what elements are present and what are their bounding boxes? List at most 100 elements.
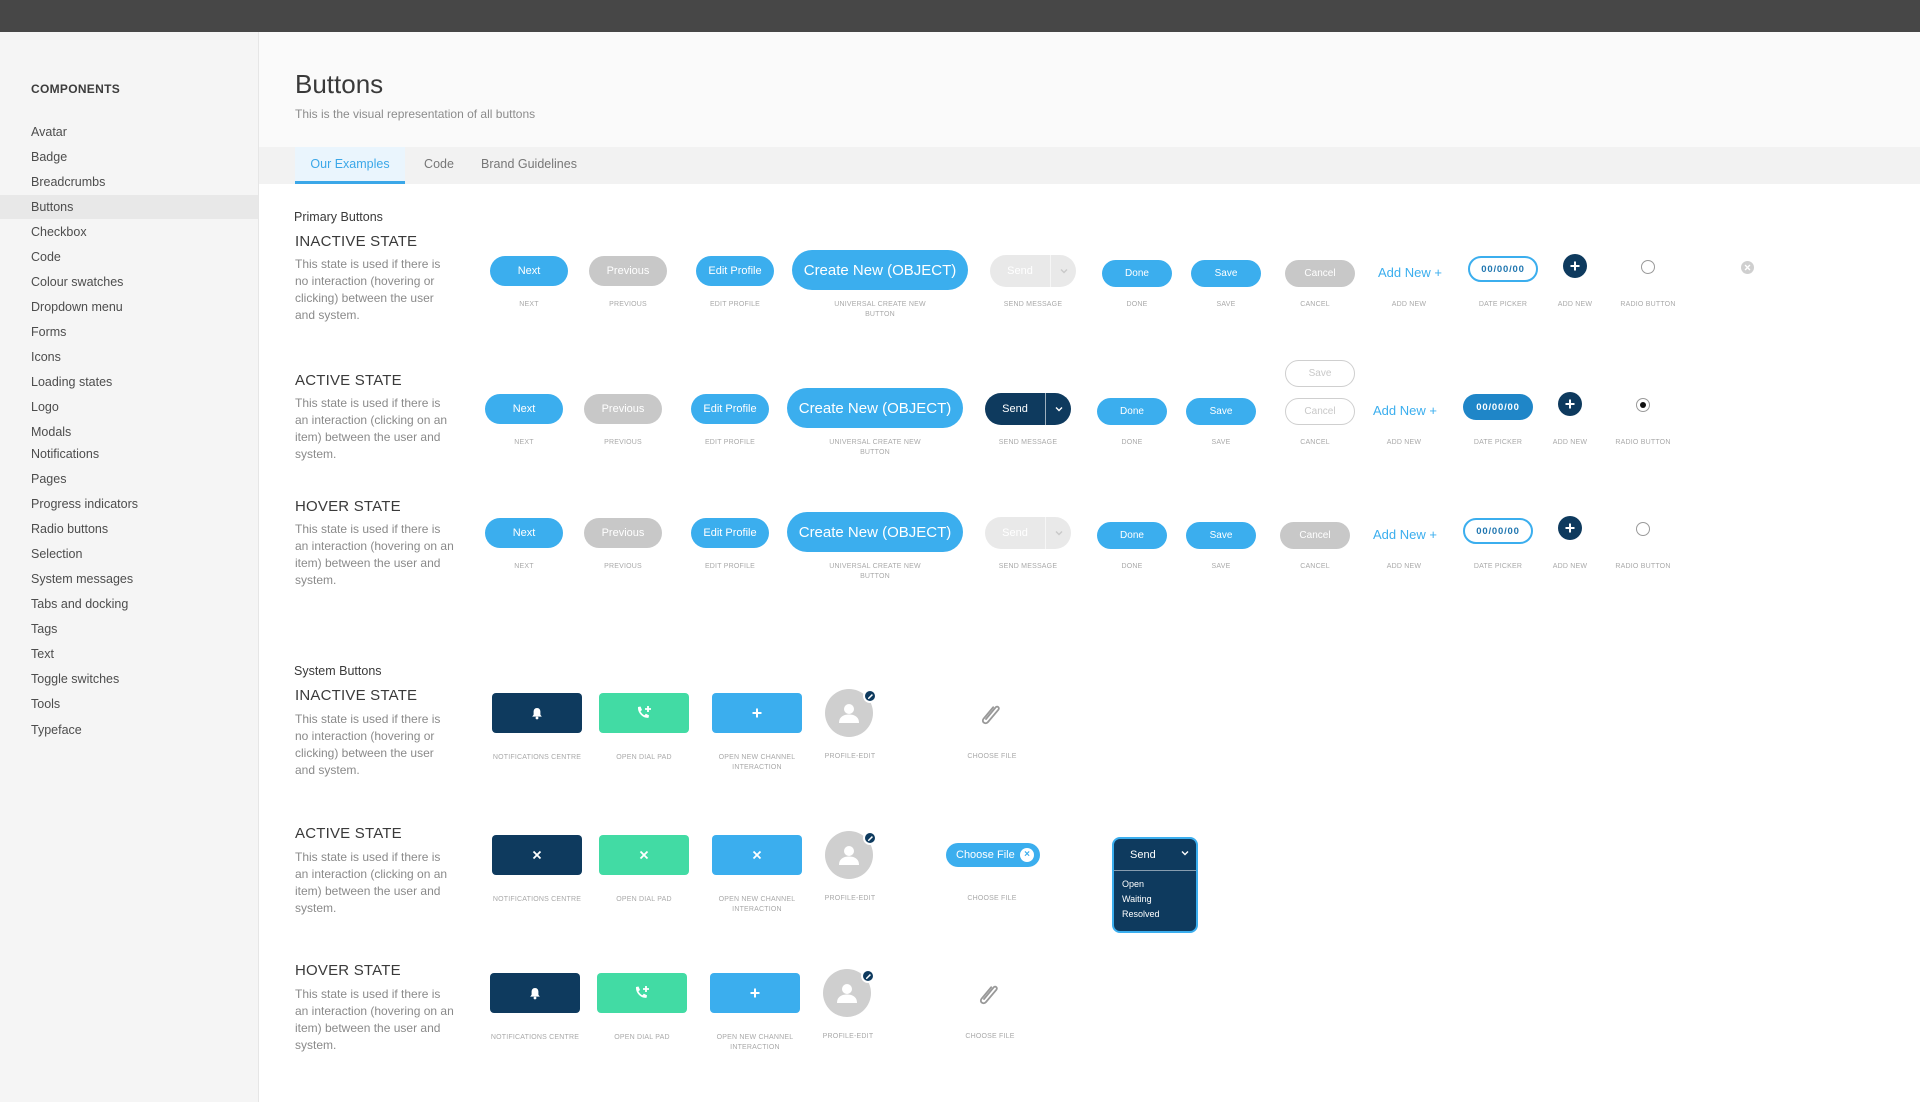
create-new-button[interactable]: Create New (OBJECT) (792, 250, 968, 290)
cancel-button[interactable]: Cancel (1285, 260, 1355, 287)
bell-icon (532, 707, 542, 719)
sidebar-item-system-messages[interactable]: System messages (0, 567, 258, 591)
close-icon[interactable] (1741, 261, 1754, 274)
previous-caption: PREVIOUS (609, 301, 647, 308)
profile-edit-avatar[interactable] (825, 831, 877, 881)
next-button[interactable]: Next (485, 518, 563, 548)
tab-our-examples[interactable]: Our Examples (295, 147, 405, 184)
sidebar-item-progress-indicators[interactable]: Progress indicators (0, 492, 258, 516)
send-dropdown-header[interactable]: Send (1114, 839, 1196, 871)
send-option-waiting[interactable]: Waiting (1122, 894, 1152, 904)
notifications-button[interactable] (492, 835, 582, 875)
paperclip-icon[interactable] (978, 699, 1004, 727)
save-button[interactable]: Save (1186, 398, 1256, 425)
send-dropdown-arrow[interactable] (1050, 255, 1076, 287)
sidebar-item-code[interactable]: Code (0, 245, 258, 269)
next-button[interactable]: Next (490, 256, 568, 286)
sidebar-item-typeface[interactable]: Typeface (0, 718, 258, 742)
paperclip-icon[interactable] (976, 979, 1002, 1007)
date-picker-button[interactable]: 00/00/00 (1468, 256, 1538, 282)
add-new-link[interactable]: Add New + (1371, 260, 1449, 284)
notifications-button[interactable] (490, 973, 580, 1013)
previous-button[interactable]: Previous (589, 256, 667, 286)
add-new-link[interactable]: Add New + (1366, 522, 1444, 546)
sidebar-item-icons[interactable]: Icons (0, 345, 258, 369)
sidebar-item-logo[interactable]: Logo (0, 395, 258, 419)
profile-edit-avatar[interactable] (823, 969, 875, 1019)
sidebar-item-notifications[interactable]: Notifications (0, 442, 258, 466)
next-button[interactable]: Next (485, 394, 563, 424)
previous-button[interactable]: Previous (584, 394, 662, 424)
sidebar-item-tags[interactable]: Tags (0, 617, 258, 641)
sidebar-item-toggle-switches[interactable]: Toggle switches (0, 667, 258, 691)
send-option-open[interactable]: Open (1122, 879, 1144, 889)
sidebar-item-colour-swatches[interactable]: Colour swatches (0, 270, 258, 294)
profile-edit-avatar[interactable] (825, 689, 877, 739)
edit-badge[interactable] (861, 969, 875, 983)
tab-brand-guidelines[interactable]: Brand Guidelines (469, 147, 589, 184)
sidebar-item-avatar[interactable]: Avatar (0, 120, 258, 144)
create-new-button[interactable]: Create New (OBJECT) (787, 512, 963, 552)
edit-profile-caption: EDIT PROFILE (709, 301, 761, 308)
close-icon[interactable]: × (1020, 848, 1034, 862)
edit-profile-button[interactable]: Edit Profile (696, 256, 774, 286)
add-new-circle-button[interactable] (1558, 392, 1582, 416)
done-button[interactable]: Done (1097, 398, 1167, 425)
edit-badge[interactable] (863, 831, 877, 845)
add-new-circle-button[interactable] (1563, 254, 1587, 278)
send-split-button[interactable]: Send (985, 393, 1071, 425)
previous-button[interactable]: Previous (584, 518, 662, 548)
radio-button[interactable] (1636, 522, 1650, 536)
sidebar-item-forms[interactable]: Forms (0, 320, 258, 344)
date-picker-button[interactable]: 00/00/00 (1463, 394, 1533, 420)
edit-profile-button[interactable]: Edit Profile (691, 518, 769, 548)
new-channel-button[interactable] (712, 835, 802, 875)
sidebar-item-dropdown-menu[interactable]: Dropdown menu (0, 295, 258, 319)
tab-code[interactable]: Code (409, 147, 469, 184)
choose-file-chip[interactable]: Choose File × (946, 843, 1040, 867)
sidebar-item-text[interactable]: Text (0, 642, 258, 666)
sidebar-item-pages[interactable]: Pages (0, 467, 258, 491)
send-dropdown-arrow[interactable] (1045, 517, 1071, 549)
cancel-button[interactable]: Cancel (1280, 522, 1350, 549)
date-picker-button[interactable]: 00/00/00 (1463, 518, 1533, 544)
done-button[interactable]: Done (1102, 260, 1172, 287)
edit-badge[interactable] (863, 689, 877, 703)
add-new-link[interactable]: Add New + (1366, 398, 1444, 422)
sidebar-item-badge[interactable]: Badge (0, 145, 258, 169)
send-split-button[interactable]: Send (990, 255, 1076, 287)
notifications-button[interactable] (492, 693, 582, 733)
create-new-button[interactable]: Create New (OBJECT) (787, 388, 963, 428)
new-channel-button[interactable] (710, 973, 800, 1013)
sidebar-item-loading-states[interactable]: Loading states (0, 370, 258, 394)
radio-button[interactable] (1636, 398, 1650, 412)
sidebar-item-modals[interactable]: Modals (0, 420, 258, 444)
done-button[interactable]: Done (1097, 522, 1167, 549)
save-button[interactable]: Save (1191, 260, 1261, 287)
sidebar-item-tabs-and-docking[interactable]: Tabs and docking (0, 592, 258, 616)
send-dropdown-label: Send (1130, 849, 1156, 861)
dial-pad-button[interactable] (599, 693, 689, 733)
new-channel-button[interactable] (712, 693, 802, 733)
add-new-circle-button[interactable] (1558, 516, 1582, 540)
send-dropdown[interactable]: Send Open Waiting Resolved (1112, 837, 1198, 933)
edit-profile-caption: EDIT PROFILE (704, 563, 756, 570)
edit-profile-caption: EDIT PROFILE (704, 439, 756, 446)
sidebar-item-tools[interactable]: Tools (0, 692, 258, 716)
radio-button[interactable] (1641, 260, 1655, 274)
cancel-button[interactable]: Cancel (1285, 398, 1355, 425)
sidebar-item-buttons[interactable]: Buttons (0, 195, 258, 219)
send-option-resolved[interactable]: Resolved (1122, 909, 1160, 919)
sidebar-item-breadcrumbs[interactable]: Breadcrumbs (0, 170, 258, 194)
dial-pad-button[interactable] (599, 835, 689, 875)
sidebar-item-selection[interactable]: Selection (0, 542, 258, 566)
send-dropdown-arrow[interactable] (1045, 393, 1071, 425)
sidebar-item-radio-buttons[interactable]: Radio buttons (0, 517, 258, 541)
sidebar: COMPONENTS Avatar Badge Breadcrumbs Buttons… (0, 32, 259, 1102)
dial-pad-button[interactable] (597, 973, 687, 1013)
edit-profile-button[interactable]: Edit Profile (691, 394, 769, 424)
sidebar-item-checkbox[interactable]: Checkbox (0, 220, 258, 244)
save-button[interactable]: Save (1186, 522, 1256, 549)
save-outline-button[interactable]: Save (1285, 360, 1355, 387)
send-split-button[interactable]: Send (985, 517, 1071, 549)
